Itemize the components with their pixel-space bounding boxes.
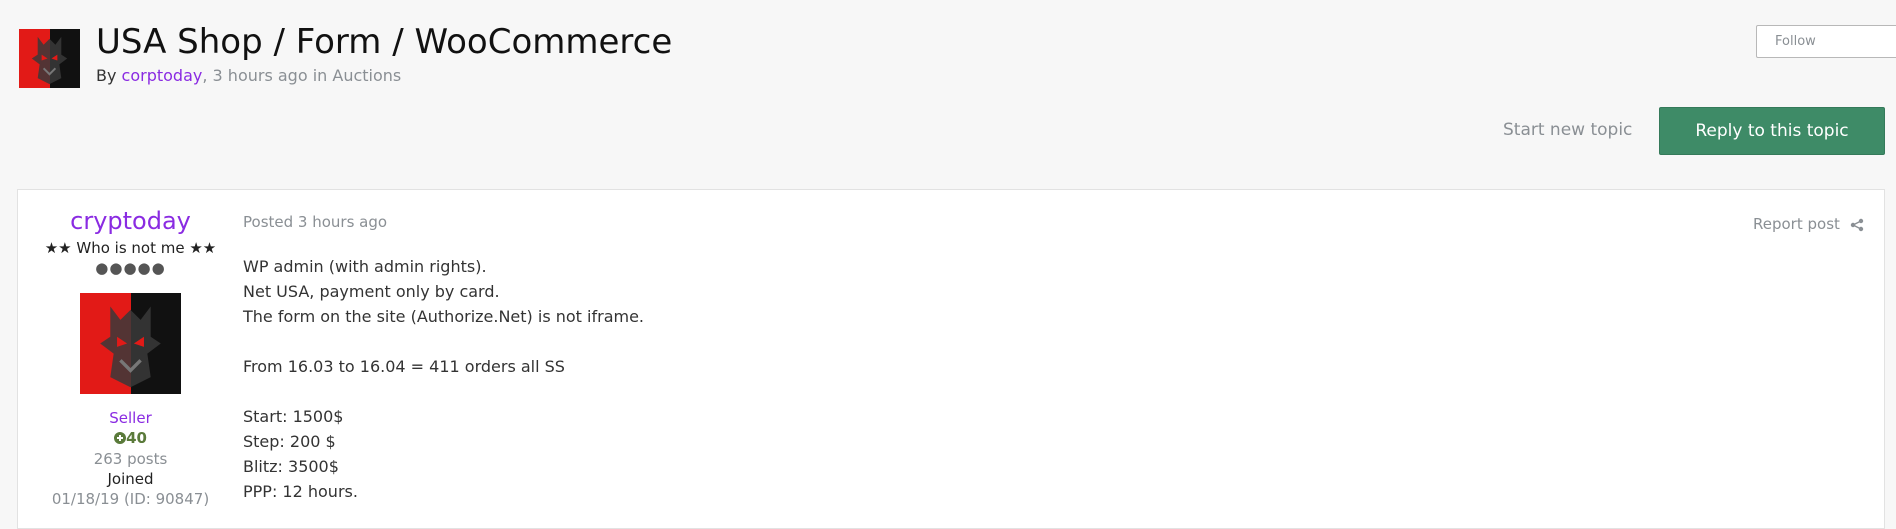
share-icon[interactable] xyxy=(1850,218,1864,232)
post-line: Blitz: 3500$ xyxy=(243,457,339,476)
follow-button[interactable]: Follow 0 xyxy=(1756,25,1896,58)
post-author-title: ★★ Who is not me ★★ xyxy=(44,239,217,257)
by-label: By xyxy=(96,66,117,85)
post-line: WP admin (with admin rights). xyxy=(243,257,487,276)
reputation-badge: 40 xyxy=(18,429,243,447)
reply-to-topic-button[interactable]: Reply to this topic xyxy=(1659,107,1885,155)
dragon-mask-icon xyxy=(31,36,68,85)
post-date[interactable]: Posted 3 hours ago xyxy=(243,213,387,231)
post-line: Start: 1500$ xyxy=(243,407,344,426)
post-line: From 16.03 to 16.04 = 411 orders all SS xyxy=(243,357,565,376)
topic-time-forum: 3 hours ago in Auctions xyxy=(207,66,402,85)
topic-byline: By corptoday, 3 hours ago in Auctions xyxy=(96,66,401,85)
post-body: WP admin (with admin rights). Net USA, p… xyxy=(243,254,644,504)
post-count: 263 posts xyxy=(93,450,168,468)
post-author-name[interactable]: cryptoday xyxy=(18,207,243,235)
topic-author-avatar[interactable] xyxy=(19,29,80,88)
post-line: Net USA, payment only by card. xyxy=(243,282,500,301)
start-new-topic-button[interactable]: Start new topic xyxy=(1503,120,1632,140)
post-line: Step: 200 $ xyxy=(243,432,336,451)
rank-pips: ●●●●● xyxy=(95,259,166,277)
plus-circle-icon xyxy=(114,432,127,444)
member-group: Seller xyxy=(109,409,152,427)
joined-date: 01/18/19 (ID: 90847) xyxy=(51,490,210,508)
post-line xyxy=(243,329,644,354)
report-post-link[interactable]: Report post xyxy=(1753,215,1840,233)
follow-label: Follow xyxy=(1775,34,1816,49)
post-author-avatar[interactable] xyxy=(80,293,181,394)
post-line: PPP: 12 hours. xyxy=(243,482,358,501)
topic-author-link[interactable]: corptoday xyxy=(122,66,203,85)
dragon-mask-icon xyxy=(100,306,161,388)
post-line: The form on the site (Authorize.Net) is … xyxy=(243,307,645,326)
post-card: cryptoday ★★ Who is not me ★★ ●●●●● Sell… xyxy=(17,189,1885,529)
reputation-value: 40 xyxy=(126,429,147,447)
topic-title: USA Shop / Form / WooCommerce xyxy=(96,22,673,62)
post-line xyxy=(243,379,644,404)
joined-label: Joined xyxy=(107,470,154,488)
follow-count: 0 xyxy=(1885,35,1896,49)
